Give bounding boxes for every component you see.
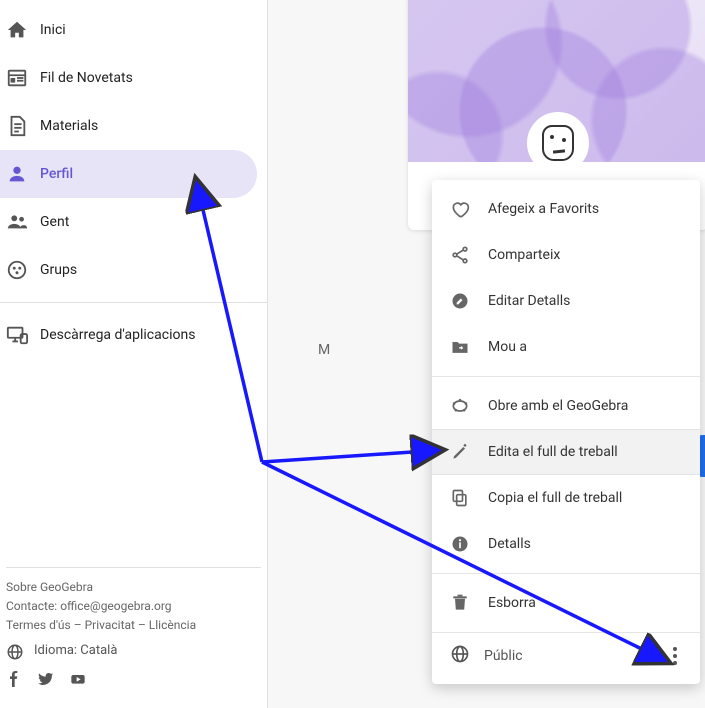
twitter-icon[interactable] [38, 670, 54, 694]
nav-label: Gent [40, 214, 69, 230]
menu-label: Obre amb el GeoGebra [488, 398, 628, 414]
nav-label: Perfil [40, 166, 73, 182]
globe-icon [450, 644, 470, 668]
more-options-button[interactable] [666, 647, 684, 665]
menu-move-to[interactable]: Mou a [432, 324, 700, 370]
menu-label: Esborra [488, 595, 536, 611]
nav-newsfeed[interactable]: Fil de Novetats [0, 54, 257, 102]
privacy-link[interactable]: Privacitat [85, 618, 135, 632]
nav-home[interactable]: Inici [0, 6, 257, 54]
menu-copy-sheet[interactable]: Copia el full de treball [432, 475, 700, 521]
people-icon [6, 211, 28, 233]
nav-materials[interactable]: Materials [0, 102, 257, 150]
contact-email[interactable]: office@geogebra.org [60, 599, 171, 613]
menu-edit-details[interactable]: Editar Detalls [432, 278, 700, 324]
newsfeed-icon [6, 67, 28, 89]
trash-icon [450, 593, 470, 613]
info-icon [450, 534, 470, 554]
heart-icon [450, 199, 470, 219]
nav-label: Grups [40, 262, 77, 278]
folder-move-icon [450, 337, 470, 357]
menu-details[interactable]: Detalls [432, 521, 700, 567]
person-icon [6, 163, 28, 185]
info-edit-icon [450, 291, 470, 311]
menu-open-geogebra[interactable]: Obre amb el GeoGebra [432, 383, 700, 429]
main-label: M [318, 342, 330, 358]
nav-label: Materials [40, 118, 98, 134]
nav-downloads[interactable]: Descàrrega d'aplicacions [0, 311, 257, 359]
menu-label: Copia el full de treball [488, 490, 622, 506]
context-menu: Afegeix a Favorits Comparteix Editar Det… [432, 180, 700, 684]
document-icon [6, 115, 28, 137]
nav-people[interactable]: Gent [0, 198, 257, 246]
geogebra-icon [450, 396, 470, 416]
share-icon [450, 245, 470, 265]
menu-footer: Públic [432, 632, 700, 678]
download-icon [6, 324, 28, 346]
menu-separator [432, 573, 700, 574]
language-value: Català [80, 643, 117, 658]
visibility-control[interactable]: Públic [450, 644, 523, 668]
pencil-icon [450, 442, 470, 462]
visibility-label: Públic [484, 648, 523, 664]
home-icon [6, 19, 28, 41]
menu-favorite[interactable]: Afegeix a Favorits [432, 186, 700, 232]
sidebar-footer: Sobre GeoGebra Contacte: office@geogebra… [6, 567, 261, 694]
menu-separator [432, 376, 700, 377]
avatar [527, 112, 589, 174]
groups-icon [6, 259, 28, 281]
nav-divider [0, 302, 267, 303]
about-link[interactable]: Sobre GeoGebra [6, 580, 93, 594]
license-link[interactable]: Llicència [149, 618, 196, 632]
nav-label: Descàrrega d'aplicacions [40, 327, 195, 343]
nav-profile[interactable]: Perfil [0, 150, 257, 198]
menu-label: Detalls [488, 536, 531, 552]
menu-edit-sheet[interactable]: Edita el full de treball [432, 429, 700, 475]
menu-delete[interactable]: Esborra [432, 580, 700, 626]
language-selector[interactable]: Idioma: Català [6, 641, 261, 662]
nav-label: Inici [40, 22, 66, 38]
copy-icon [450, 488, 470, 508]
nav-groups[interactable]: Grups [0, 246, 257, 294]
facebook-icon[interactable] [6, 670, 22, 694]
menu-label: Editar Detalls [488, 293, 570, 309]
avatar-face-icon [542, 125, 574, 161]
menu-label: Comparteix [488, 247, 560, 263]
nav-label: Fil de Novetats [40, 70, 133, 86]
menu-label: Edita el full de treball [488, 444, 618, 460]
menu-label: Afegeix a Favorits [488, 201, 599, 217]
menu-share[interactable]: Comparteix [432, 232, 700, 278]
main-area: M Afegeix a Favorits Comparteix Editar D… [268, 0, 705, 708]
contact-prefix: Contacte: [6, 599, 60, 613]
terms-link[interactable]: Termes d'ús [6, 618, 71, 632]
youtube-icon[interactable] [70, 670, 86, 694]
menu-label: Mou a [488, 339, 527, 355]
globe-icon [6, 643, 24, 661]
sidebar: Inici Fil de Novetats Materials Perfil G… [0, 0, 268, 708]
